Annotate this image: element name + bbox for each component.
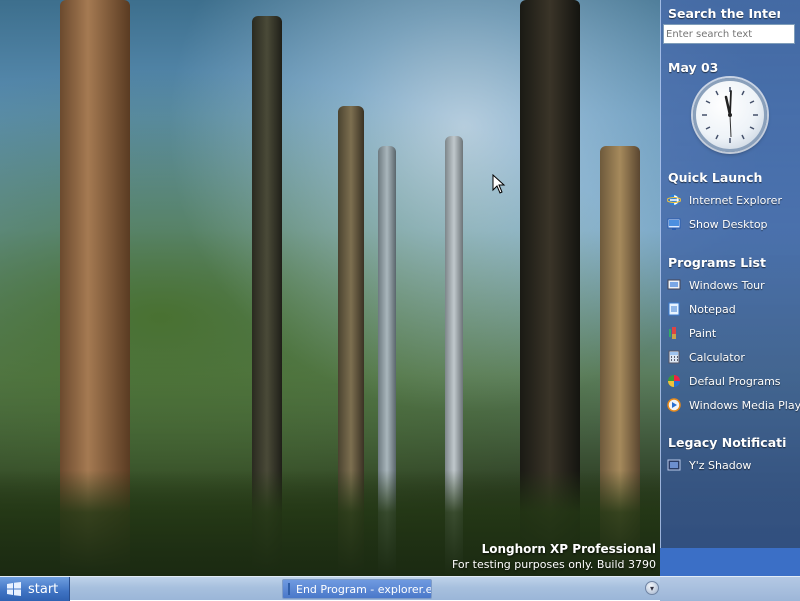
mouse-cursor-icon	[492, 174, 506, 194]
window-icon	[288, 583, 290, 595]
quick-launch-item-internet-explorer[interactable]: Internet Explorer	[667, 190, 782, 210]
program-label: Notepad	[689, 302, 736, 316]
date-label: May 03	[668, 60, 719, 75]
taskbar-button-label: End Program - explorer.e	[296, 582, 432, 596]
show-desktop-icon	[667, 218, 681, 230]
quick-launch-label: Internet Explorer	[689, 193, 782, 207]
os-watermark: Longhorn XP Professional For testing pur…	[452, 542, 656, 571]
programs-list-title: Programs List	[668, 255, 766, 270]
start-label: start	[28, 581, 59, 597]
paint-icon	[669, 327, 676, 339]
program-label: Paint	[689, 326, 717, 340]
notepad-icon	[668, 302, 680, 316]
notification-area	[660, 577, 800, 601]
internet-explorer-icon	[667, 194, 681, 206]
program-item-default-programs[interactable]: Defaul Programs	[667, 371, 781, 391]
legacy-label: Y'z Shadow	[689, 458, 752, 472]
program-item-notepad[interactable]: Notepad	[667, 299, 736, 319]
program-item-paint[interactable]: Paint	[667, 323, 716, 343]
default-programs-icon	[668, 375, 680, 387]
program-item-windows-media-player[interactable]: Windows Media Playe	[667, 395, 800, 415]
clock-face-icon	[702, 87, 758, 143]
windows-logo-icon	[7, 582, 21, 596]
program-item-windows-tour[interactable]: Windows Tour	[667, 275, 765, 295]
taskbar-button-end-program[interactable]: End Program - explorer.e	[282, 579, 432, 599]
quick-launch-item-show-desktop[interactable]: Show Desktop	[667, 214, 768, 234]
quick-launch-title: Quick Launch	[668, 170, 763, 185]
start-button[interactable]: start	[0, 577, 70, 601]
search-input[interactable]	[663, 24, 795, 44]
program-label: Defaul Programs	[689, 374, 781, 388]
yz-shadow-icon	[667, 459, 681, 471]
legacy-item-yz-shadow[interactable]: Y'z Shadow	[667, 455, 751, 475]
windows-tour-icon	[667, 279, 681, 290]
chevron-down-icon[interactable]: ▾	[645, 581, 659, 595]
windows-media-player-icon	[667, 398, 681, 412]
calculator-icon	[668, 350, 680, 364]
search-section-title: Search the Interi	[668, 6, 780, 21]
watermark-build: For testing purposes only. Build 3790	[451, 558, 656, 571]
taskbar: start End Program - explorer.e ▾	[0, 576, 800, 601]
quick-launch-label: Show Desktop	[689, 217, 768, 231]
sidebar-bottom-bar	[660, 548, 800, 576]
program-label: Windows Tour	[689, 278, 765, 292]
analog-clock[interactable]	[693, 78, 767, 152]
program-item-calculator[interactable]: Calculator	[667, 347, 745, 367]
watermark-title: Longhorn XP Professional	[481, 542, 656, 556]
program-label: Windows Media Playe	[689, 398, 800, 412]
legacy-notifications-title: Legacy Notificati	[668, 435, 787, 450]
program-label: Calculator	[689, 350, 745, 364]
